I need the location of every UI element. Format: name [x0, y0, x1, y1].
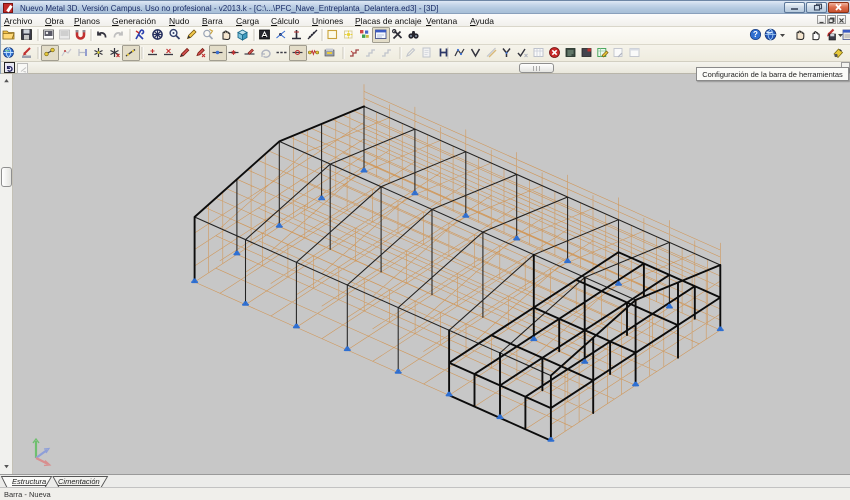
- svg-text:Cimentación: Cimentación: [58, 477, 100, 486]
- svg-text:Estructura: Estructura: [12, 477, 46, 486]
